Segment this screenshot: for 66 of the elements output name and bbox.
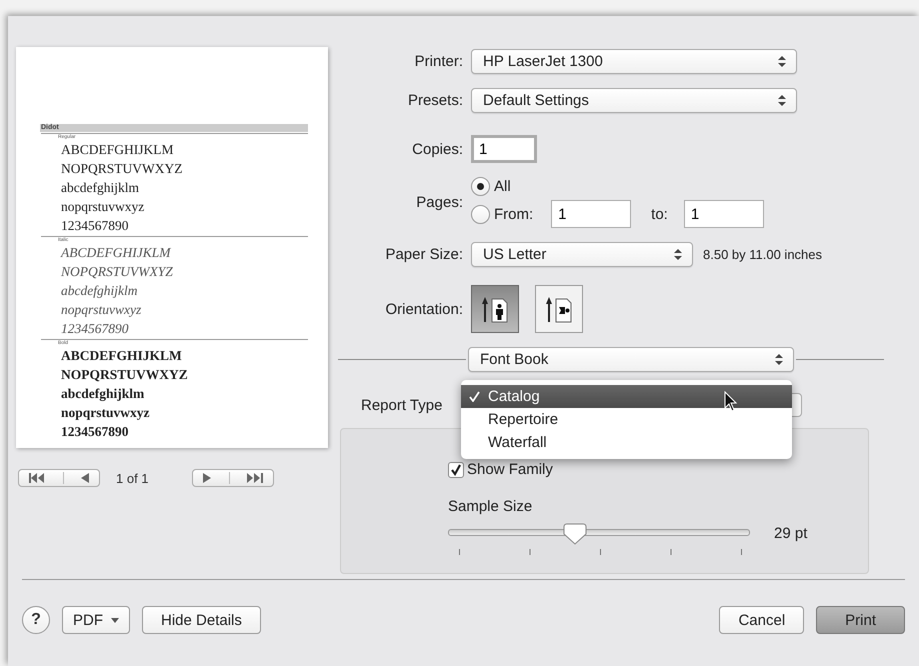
hide-details-button[interactable]: Hide Details: [142, 606, 261, 634]
from-page-field[interactable]: 1: [551, 200, 632, 228]
field-label: Report Type: [361, 396, 442, 414]
sample-text: NOPQRSTUVWXYZ: [61, 160, 184, 178]
menu-item[interactable]: Catalog: [461, 385, 792, 408]
sample-text: NOPQRSTUVWXYZ: [61, 366, 189, 384]
radio-button[interactable]: [471, 204, 490, 224]
sample-text: abcdefghijklm: [61, 282, 138, 300]
checkbox-label: Show Family: [467, 461, 553, 478]
radio-label: From:: [494, 206, 534, 222]
sample-text: 1234567890: [61, 320, 130, 338]
stepper-arrows-icon: [778, 56, 786, 67]
checkbox[interactable]: [448, 462, 464, 478]
previous-page-icon: [81, 473, 89, 483]
sample-text: NOPQRSTUVWXYZ: [61, 263, 174, 281]
field-label: Pages:: [415, 194, 463, 211]
radio-button[interactable]: [471, 177, 490, 196]
caret-icon: [111, 618, 119, 622]
last-page-icon: [247, 473, 263, 483]
radio-label: All: [494, 178, 511, 195]
field-label: Presets:: [406, 92, 463, 109]
stepper-arrows-icon: [775, 354, 783, 365]
next-page-icon: [203, 473, 211, 483]
stepper-arrows-icon: [778, 95, 786, 106]
stepper-arrows-icon: [674, 249, 682, 260]
first-previous-buttons[interactable]: [18, 469, 100, 487]
sample-text: ABCDEFGHIJKLM: [61, 347, 183, 365]
orientation-button[interactable]: [471, 285, 519, 333]
slider-label: Sample Size: [448, 498, 534, 515]
cancel-button[interactable]: Cancel: [719, 606, 804, 634]
sample-text: nopqrstuvwxyz: [61, 198, 146, 216]
sample-text: 1234567890: [61, 217, 130, 235]
field-label: Orientation:: [384, 300, 463, 318]
portrait-person-icon: [482, 295, 508, 323]
sample-text: abcdefghijklm: [61, 179, 140, 197]
copies-field[interactable]: 1: [471, 135, 537, 163]
menu-item[interactable]: Repertoire: [461, 408, 792, 431]
paper-size-dropdown[interactable]: US Letter: [471, 242, 693, 267]
page-indicator: 1 of 1: [116, 470, 150, 486]
pdf-menu-button[interactable]: PDF: [62, 606, 130, 634]
help-button[interactable]: ?: [22, 606, 50, 634]
field-label: Printer:: [414, 53, 463, 70]
sample-text: ABCDEFGHIJKLM: [61, 244, 172, 262]
field-label: Paper Size:: [384, 246, 463, 263]
sample-text: nopqrstuvwxyz: [61, 301, 142, 319]
slider-value: 29 pt: [774, 525, 808, 542]
sample-text: abcdefghijklm: [61, 385, 146, 403]
printer-dropdown[interactable]: HP LaserJet 1300: [471, 49, 797, 74]
to-page-field[interactable]: 1: [684, 200, 764, 228]
slider-thumb[interactable]: [563, 523, 587, 545]
mouse-pointer-icon: [724, 391, 738, 412]
landscape-person-icon: [546, 295, 572, 323]
menu-item[interactable]: Waterfall: [461, 431, 792, 454]
next-last-buttons[interactable]: [192, 469, 274, 487]
print-button[interactable]: Print: [816, 606, 905, 634]
sample-text: 1234567890: [61, 423, 130, 441]
sample-text: nopqrstuvwxyz: [61, 404, 151, 422]
to-label: to:: [651, 206, 668, 222]
section-dropdown[interactable]: Font Book: [468, 347, 794, 372]
first-page-icon: [29, 473, 45, 483]
checkmark-icon: [469, 391, 480, 402]
orientation-button[interactable]: [535, 285, 583, 333]
field-label: Copies:: [411, 140, 463, 158]
sample-text: ABCDEFGHIJKLM: [61, 141, 175, 159]
paper-dimensions: 8.50 by 11.00 inches: [703, 247, 822, 262]
presets-dropdown[interactable]: Default Settings: [471, 88, 797, 113]
